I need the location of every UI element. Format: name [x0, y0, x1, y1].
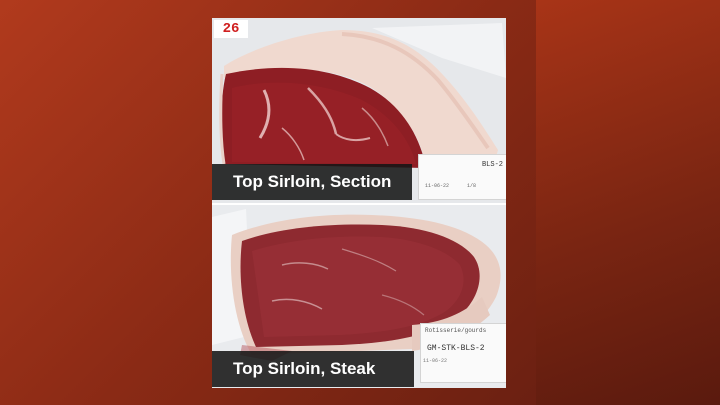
package-label-top: BLS-2 11-06-22 1/8 [418, 154, 506, 200]
top-sirloin-steak-photo: Rotisserie/gourds GM-STK-BLS-2 11-06-22 … [212, 205, 506, 388]
sample-number-label: 26 [214, 20, 248, 38]
label-extra: 1/8 [467, 183, 477, 189]
label-date: 11-06-22 [423, 358, 448, 364]
top-sirloin-section-photo: 26 BLS-2 11-06-22 1/8 Top Sirloin, Secti… [212, 18, 506, 203]
label-date: 11-06-22 [425, 183, 450, 189]
background-panel-right [536, 0, 720, 405]
caption-top-sirloin-section: Top Sirloin, Section [212, 164, 412, 200]
caption-top-sirloin-steak: Top Sirloin, Steak [212, 351, 414, 387]
label-product: Rotisserie/gourds [425, 327, 487, 334]
label-code: BLS-2 [481, 161, 503, 169]
label-code: GM-STK-BLS-2 [427, 344, 485, 353]
package-label-bottom: Rotisserie/gourds GM-STK-BLS-2 11-06-22 [420, 323, 506, 383]
comparison-photo-frame: 26 BLS-2 11-06-22 1/8 Top Sirloin, Secti… [212, 18, 506, 388]
